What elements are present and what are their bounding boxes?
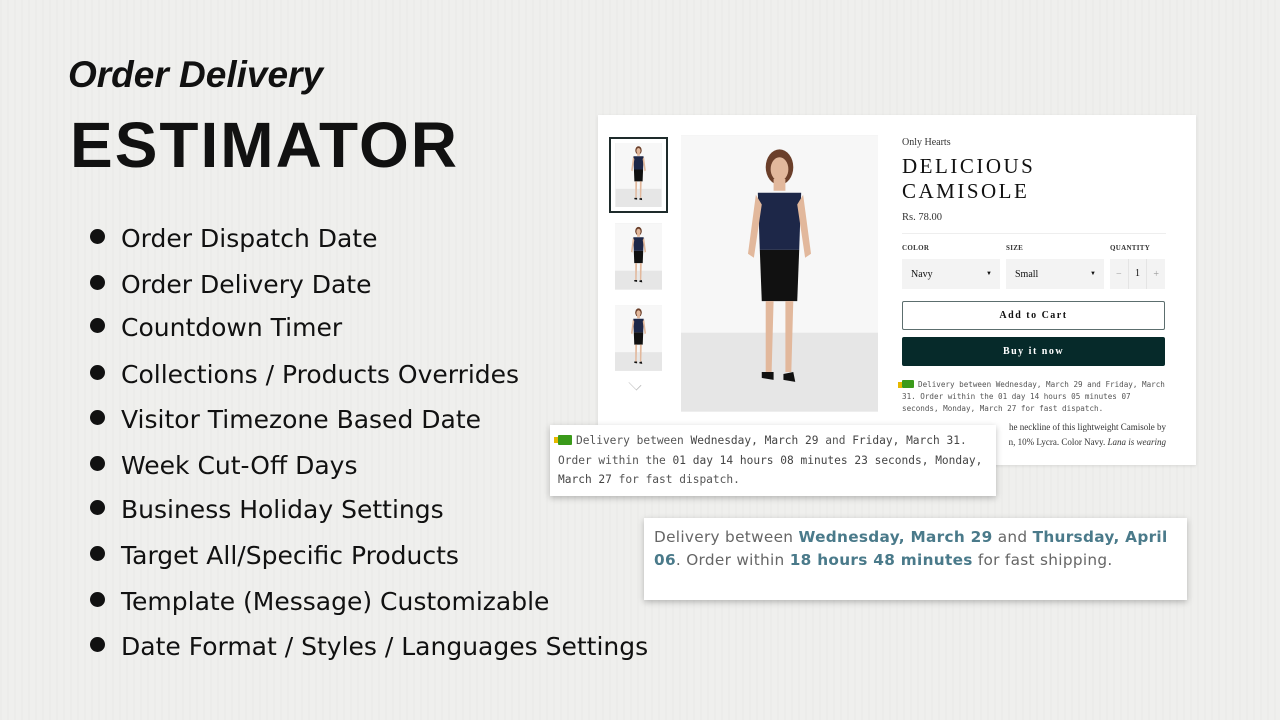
quantity-stepper[interactable]: − 1 +	[1110, 259, 1165, 289]
bullet-icon	[90, 500, 105, 515]
buy-now-button[interactable]: Buy it now	[902, 337, 1165, 366]
feature-item: Template (Message) Customizable	[90, 587, 549, 616]
product-thumbnail-3[interactable]	[615, 305, 662, 371]
feature-item: Order Delivery Date	[90, 270, 371, 299]
quantity-increase-button[interactable]: +	[1147, 269, 1165, 280]
quantity-value[interactable]: 1	[1127, 259, 1148, 289]
feature-item: Week Cut-Off Days	[90, 451, 358, 480]
bullet-icon	[90, 592, 105, 607]
color-select[interactable]: Navy ▼	[902, 259, 1000, 289]
feature-item: Countdown Timer	[90, 313, 342, 342]
product-price: Rs. 78.00	[902, 212, 942, 223]
caret-down-icon: ▼	[1090, 271, 1096, 277]
product-thumbnail-2[interactable]	[615, 223, 662, 290]
size-label: SIZE	[1006, 244, 1024, 252]
bullet-icon	[90, 318, 105, 333]
quantity-label: QUANTITY	[1110, 244, 1151, 252]
feature-item: Collections / Products Overrides	[90, 360, 519, 389]
chevron-down-icon[interactable]	[628, 377, 642, 391]
delivery-message-countdown-preview: Delivery between Wednesday, March 29 and…	[550, 425, 996, 496]
bullet-icon	[90, 365, 105, 380]
bullet-icon	[90, 546, 105, 561]
divider	[902, 233, 1166, 234]
bullet-icon	[90, 637, 105, 652]
product-thumbnail-1[interactable]	[609, 137, 668, 213]
feature-item: Target All/Specific Products	[90, 541, 459, 570]
hero-title-line1: Order Delivery	[68, 54, 324, 95]
product-main-image[interactable]	[681, 135, 878, 412]
bullet-icon	[90, 410, 105, 425]
delivery-message-styled-preview: Delivery between Wednesday, March 29 and…	[644, 518, 1187, 600]
truck-icon	[898, 380, 914, 388]
size-select[interactable]: Small ▼	[1006, 259, 1104, 289]
feature-item: Order Dispatch Date	[90, 224, 378, 253]
bullet-icon	[90, 275, 105, 290]
delivery-estimate-message: Delivery between Wednesday, March 29 and…	[898, 380, 1165, 413]
hero-title-line2: ESTIMATOR	[70, 109, 459, 181]
product-vendor: Only Hearts	[902, 137, 951, 148]
product-info: Only Hearts DELICIOUS CAMISOLE Rs. 78.00…	[898, 137, 1166, 415]
product-title: DELICIOUS CAMISOLE	[902, 154, 1036, 203]
quantity-decrease-button[interactable]: −	[1110, 269, 1128, 280]
add-to-cart-button[interactable]: Add to Cart	[902, 301, 1165, 330]
color-label: COLOR	[902, 244, 930, 252]
feature-item: Date Format / Styles / Languages Setting…	[90, 632, 648, 661]
bullet-icon	[90, 229, 105, 244]
product-page-card: Only Hearts DELICIOUS CAMISOLE Rs. 78.00…	[598, 115, 1196, 465]
caret-down-icon: ▼	[986, 271, 992, 277]
truck-icon	[554, 435, 572, 445]
feature-item: Business Holiday Settings	[90, 495, 444, 524]
feature-item: Visitor Timezone Based Date	[90, 405, 481, 434]
bullet-icon	[90, 456, 105, 471]
